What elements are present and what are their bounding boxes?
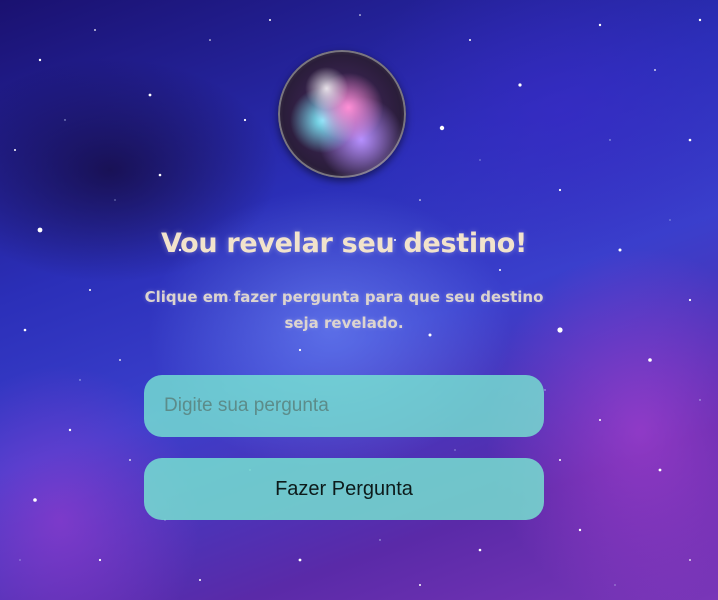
page-title: Vou revelar seu destino!: [160, 228, 528, 259]
crystal-ball-icon: [278, 50, 406, 178]
page-subtitle: Clique em fazer pergunta para que seu de…: [144, 288, 544, 332]
question-input[interactable]: [144, 375, 544, 437]
ask-question-button[interactable]: Fazer Pergunta: [144, 458, 544, 520]
